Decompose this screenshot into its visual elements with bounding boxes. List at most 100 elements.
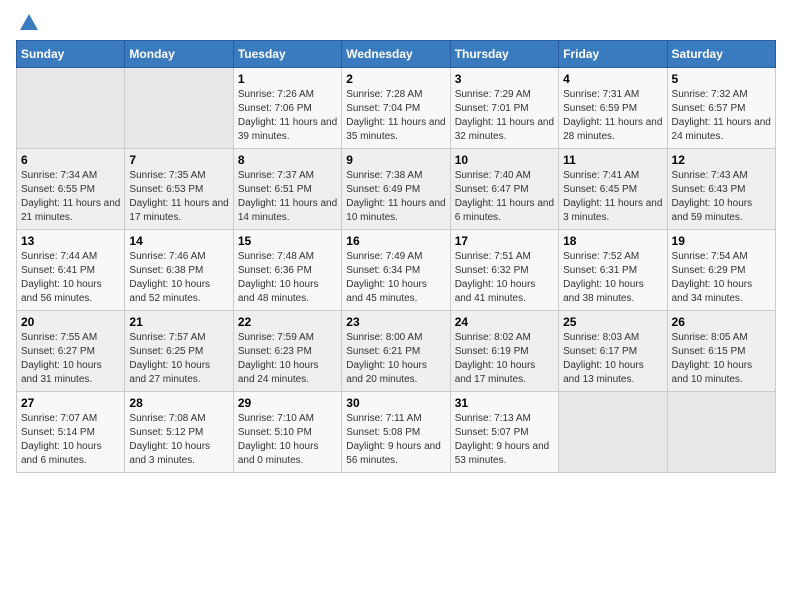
calendar-cell: 13 Sunrise: 7:44 AM Sunset: 6:41 PM Dayl…: [17, 230, 125, 311]
daylight-text: Daylight: 10 hours and 0 minutes.: [238, 441, 319, 466]
daylight-text: Daylight: 10 hours and 48 minutes.: [238, 279, 319, 304]
sunset-text: Sunset: 5:12 PM: [129, 427, 203, 438]
day-number: 27: [21, 396, 120, 410]
calendar-cell: 29 Sunrise: 7:10 AM Sunset: 5:10 PM Dayl…: [233, 392, 341, 473]
day-number: 7: [129, 153, 228, 167]
sunrise-text: Sunrise: 7:28 AM: [346, 89, 422, 100]
daylight-text: Daylight: 10 hours and 34 minutes.: [672, 279, 753, 304]
day-number: 6: [21, 153, 120, 167]
sunrise-text: Sunrise: 7:13 AM: [455, 413, 531, 424]
calendar-cell: 30 Sunrise: 7:11 AM Sunset: 5:08 PM Dayl…: [342, 392, 450, 473]
sunrise-text: Sunrise: 7:48 AM: [238, 251, 314, 262]
day-info: Sunrise: 7:40 AM Sunset: 6:47 PM Dayligh…: [455, 169, 554, 225]
sunset-text: Sunset: 7:01 PM: [455, 103, 529, 114]
day-number: 13: [21, 234, 120, 248]
daylight-text: Daylight: 11 hours and 21 minutes.: [21, 198, 120, 223]
sunset-text: Sunset: 6:32 PM: [455, 265, 529, 276]
day-info: Sunrise: 7:55 AM Sunset: 6:27 PM Dayligh…: [21, 331, 120, 387]
page-header: [16, 16, 776, 30]
sunrise-text: Sunrise: 7:49 AM: [346, 251, 422, 262]
day-info: Sunrise: 8:05 AM Sunset: 6:15 PM Dayligh…: [672, 331, 771, 387]
day-number: 2: [346, 72, 445, 86]
day-info: Sunrise: 7:08 AM Sunset: 5:12 PM Dayligh…: [129, 412, 228, 468]
calendar-cell: 11 Sunrise: 7:41 AM Sunset: 6:45 PM Dayl…: [559, 149, 667, 230]
logo: [16, 16, 40, 30]
day-info: Sunrise: 7:31 AM Sunset: 6:59 PM Dayligh…: [563, 88, 662, 144]
sunrise-text: Sunrise: 8:00 AM: [346, 332, 422, 343]
day-number: 5: [672, 72, 771, 86]
day-info: Sunrise: 7:07 AM Sunset: 5:14 PM Dayligh…: [21, 412, 120, 468]
day-info: Sunrise: 7:34 AM Sunset: 6:55 PM Dayligh…: [21, 169, 120, 225]
calendar-cell: 12 Sunrise: 7:43 AM Sunset: 6:43 PM Dayl…: [667, 149, 775, 230]
sunset-text: Sunset: 6:29 PM: [672, 265, 746, 276]
daylight-text: Daylight: 10 hours and 6 minutes.: [21, 441, 102, 466]
sunrise-text: Sunrise: 7:11 AM: [346, 413, 421, 424]
weekday-header-tuesday: Tuesday: [233, 41, 341, 68]
day-number: 15: [238, 234, 337, 248]
sunset-text: Sunset: 6:36 PM: [238, 265, 312, 276]
day-number: 14: [129, 234, 228, 248]
calendar-cell: 26 Sunrise: 8:05 AM Sunset: 6:15 PM Dayl…: [667, 311, 775, 392]
sunrise-text: Sunrise: 7:10 AM: [238, 413, 314, 424]
sunset-text: Sunset: 6:17 PM: [563, 346, 637, 357]
sunrise-text: Sunrise: 7:51 AM: [455, 251, 531, 262]
calendar-cell: 18 Sunrise: 7:52 AM Sunset: 6:31 PM Dayl…: [559, 230, 667, 311]
calendar-cell: 2 Sunrise: 7:28 AM Sunset: 7:04 PM Dayli…: [342, 68, 450, 149]
day-info: Sunrise: 7:11 AM Sunset: 5:08 PM Dayligh…: [346, 412, 445, 468]
calendar-cell: 27 Sunrise: 7:07 AM Sunset: 5:14 PM Dayl…: [17, 392, 125, 473]
day-number: 18: [563, 234, 662, 248]
day-info: Sunrise: 7:13 AM Sunset: 5:07 PM Dayligh…: [455, 412, 554, 468]
sunset-text: Sunset: 6:19 PM: [455, 346, 529, 357]
sunrise-text: Sunrise: 7:46 AM: [129, 251, 205, 262]
week-row-5: 27 Sunrise: 7:07 AM Sunset: 5:14 PM Dayl…: [17, 392, 776, 473]
day-number: 26: [672, 315, 771, 329]
sunrise-text: Sunrise: 7:38 AM: [346, 170, 422, 181]
calendar-cell: 22 Sunrise: 7:59 AM Sunset: 6:23 PM Dayl…: [233, 311, 341, 392]
daylight-text: Daylight: 10 hours and 38 minutes.: [563, 279, 644, 304]
daylight-text: Daylight: 11 hours and 32 minutes.: [455, 117, 554, 142]
sunrise-text: Sunrise: 8:03 AM: [563, 332, 639, 343]
day-info: Sunrise: 7:28 AM Sunset: 7:04 PM Dayligh…: [346, 88, 445, 144]
week-row-3: 13 Sunrise: 7:44 AM Sunset: 6:41 PM Dayl…: [17, 230, 776, 311]
daylight-text: Daylight: 9 hours and 53 minutes.: [455, 441, 550, 466]
sunrise-text: Sunrise: 7:07 AM: [21, 413, 97, 424]
day-info: Sunrise: 7:51 AM Sunset: 6:32 PM Dayligh…: [455, 250, 554, 306]
sunset-text: Sunset: 6:45 PM: [563, 184, 637, 195]
weekday-header-saturday: Saturday: [667, 41, 775, 68]
sunset-text: Sunset: 6:53 PM: [129, 184, 203, 195]
sunrise-text: Sunrise: 7:35 AM: [129, 170, 205, 181]
day-number: 3: [455, 72, 554, 86]
daylight-text: Daylight: 10 hours and 59 minutes.: [672, 198, 753, 223]
sunrise-text: Sunrise: 7:32 AM: [672, 89, 748, 100]
sunset-text: Sunset: 5:14 PM: [21, 427, 95, 438]
day-number: 30: [346, 396, 445, 410]
sunrise-text: Sunrise: 7:55 AM: [21, 332, 97, 343]
calendar-cell: 9 Sunrise: 7:38 AM Sunset: 6:49 PM Dayli…: [342, 149, 450, 230]
weekday-header-thursday: Thursday: [450, 41, 558, 68]
daylight-text: Daylight: 10 hours and 24 minutes.: [238, 360, 319, 385]
day-number: 29: [238, 396, 337, 410]
sunrise-text: Sunrise: 7:40 AM: [455, 170, 531, 181]
calendar-cell: 17 Sunrise: 7:51 AM Sunset: 6:32 PM Dayl…: [450, 230, 558, 311]
day-info: Sunrise: 7:54 AM Sunset: 6:29 PM Dayligh…: [672, 250, 771, 306]
day-number: 12: [672, 153, 771, 167]
day-info: Sunrise: 7:57 AM Sunset: 6:25 PM Dayligh…: [129, 331, 228, 387]
day-info: Sunrise: 7:48 AM Sunset: 6:36 PM Dayligh…: [238, 250, 337, 306]
day-info: Sunrise: 7:49 AM Sunset: 6:34 PM Dayligh…: [346, 250, 445, 306]
calendar-cell: 10 Sunrise: 7:40 AM Sunset: 6:47 PM Dayl…: [450, 149, 558, 230]
day-number: 20: [21, 315, 120, 329]
day-number: 9: [346, 153, 445, 167]
sunset-text: Sunset: 6:55 PM: [21, 184, 95, 195]
daylight-text: Daylight: 10 hours and 17 minutes.: [455, 360, 536, 385]
day-number: 31: [455, 396, 554, 410]
day-info: Sunrise: 8:03 AM Sunset: 6:17 PM Dayligh…: [563, 331, 662, 387]
calendar-cell: 21 Sunrise: 7:57 AM Sunset: 6:25 PM Dayl…: [125, 311, 233, 392]
daylight-text: Daylight: 10 hours and 41 minutes.: [455, 279, 536, 304]
daylight-text: Daylight: 11 hours and 6 minutes.: [455, 198, 554, 223]
day-info: Sunrise: 7:10 AM Sunset: 5:10 PM Dayligh…: [238, 412, 337, 468]
sunrise-text: Sunrise: 7:54 AM: [672, 251, 748, 262]
day-number: 28: [129, 396, 228, 410]
day-info: Sunrise: 8:00 AM Sunset: 6:21 PM Dayligh…: [346, 331, 445, 387]
calendar-cell: 3 Sunrise: 7:29 AM Sunset: 7:01 PM Dayli…: [450, 68, 558, 149]
daylight-text: Daylight: 11 hours and 28 minutes.: [563, 117, 662, 142]
